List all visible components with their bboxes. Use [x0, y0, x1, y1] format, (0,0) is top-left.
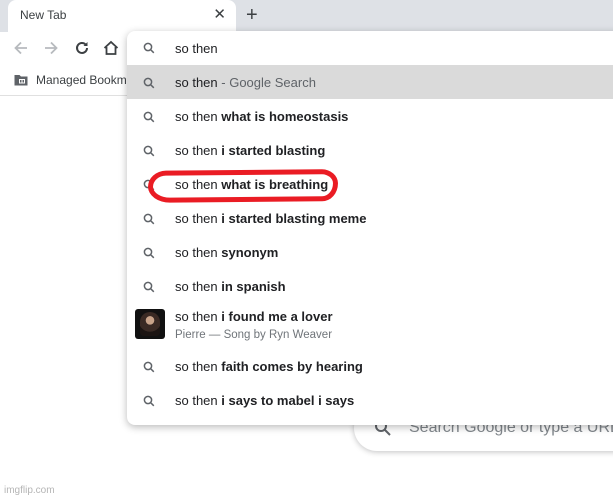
watermark: imgflip.com [4, 485, 55, 496]
suggestion-row[interactable]: so then i says to mabel i says [127, 383, 613, 417]
red-annotation-circle [147, 169, 339, 203]
suggestion-row[interactable]: so then synonym [127, 235, 613, 269]
suggestion-text: so then - Google Search [175, 75, 316, 90]
suggestion-completion: what is homeostasis [221, 109, 349, 124]
suggestion-completion: synonym [221, 245, 279, 260]
album-art-thumbnail [135, 309, 165, 339]
search-icon [143, 394, 155, 412]
suggestion-completion: i started blasting meme [221, 211, 367, 226]
plus-icon[interactable]: + [246, 4, 258, 26]
suggestion-completion: faith comes by hearing [221, 359, 363, 374]
search-icon [143, 212, 155, 230]
suggestion-text: so then in spanish [175, 279, 286, 294]
tab-title: New Tab [20, 8, 67, 22]
suggestion-prefix: so then [175, 279, 222, 294]
suggestion-row[interactable]: so then what is homeostasis [127, 99, 613, 133]
suggestion-row[interactable]: so then faith comes by hearing [127, 349, 613, 383]
search-icon [143, 76, 155, 94]
search-icon [143, 246, 155, 264]
tab-strip: New Tab ✕ + [0, 0, 613, 32]
suggestion-completion: in spanish [221, 279, 286, 294]
suggestion-prefix: so then [175, 143, 222, 158]
suggestion-text: so then what is homeostasis [175, 109, 348, 124]
suggestion-prefix: so then [175, 309, 222, 324]
suggestion-text: so then faith comes by hearing [175, 359, 363, 374]
search-icon [143, 360, 155, 378]
close-icon[interactable]: ✕ [213, 6, 226, 24]
suggestion-text: so then i says to mabel i says [175, 393, 354, 408]
reload-icon[interactable] [72, 38, 92, 58]
suggestion-row[interactable]: so then - Google Search [127, 65, 613, 99]
search-icon [143, 280, 155, 298]
suggestion-text: so then synonym [175, 245, 278, 260]
back-arrow-icon[interactable] [11, 38, 31, 58]
suggestion-suffix: - Google Search [217, 75, 316, 90]
managed-folder-icon [14, 75, 28, 86]
suggestion-prefix: so then [175, 109, 222, 124]
search-icon [143, 42, 155, 54]
suggestion-text: so then i started blasting [175, 143, 325, 158]
tab-new-tab[interactable]: New Tab ✕ [8, 0, 236, 32]
search-icon [143, 110, 155, 128]
home-icon[interactable] [101, 38, 121, 58]
omnibox-dropdown: so then so then - Google Search so then w… [127, 31, 613, 425]
suggestion-subtitle: Pierre — Song by Ryn Weaver [175, 329, 333, 341]
suggestion-row[interactable]: so then i found me a lover Pierre — Song … [127, 303, 613, 349]
suggestion-row[interactable]: so then in spanish [127, 269, 613, 303]
suggestion-prefix: so then [175, 359, 222, 374]
suggestion-row[interactable]: so then i started blasting [127, 133, 613, 167]
omnibox-input[interactable]: so then [127, 31, 613, 65]
omnibox-input-value: so then [175, 41, 218, 56]
suggestion-text: so then i found me a lover [175, 309, 333, 324]
suggestion-prefix: so then [175, 75, 218, 90]
bookmark-label: Managed Bookma [36, 73, 134, 87]
suggestion-row[interactable]: so then i started blasting meme [127, 201, 613, 235]
suggestion-prefix: so then [175, 393, 222, 408]
suggestion-completion: i found me a lover [221, 309, 333, 324]
bookmark-managed[interactable]: Managed Bookma [14, 73, 133, 87]
search-icon [143, 144, 155, 162]
suggestion-prefix: so then [175, 245, 222, 260]
forward-arrow-icon[interactable] [41, 38, 61, 58]
suggestion-completion: i started blasting [221, 143, 326, 158]
suggestion-completion: i says to mabel i says [221, 393, 355, 408]
suggestion-text: so then i started blasting meme [175, 211, 366, 226]
suggestion-prefix: so then [175, 211, 222, 226]
